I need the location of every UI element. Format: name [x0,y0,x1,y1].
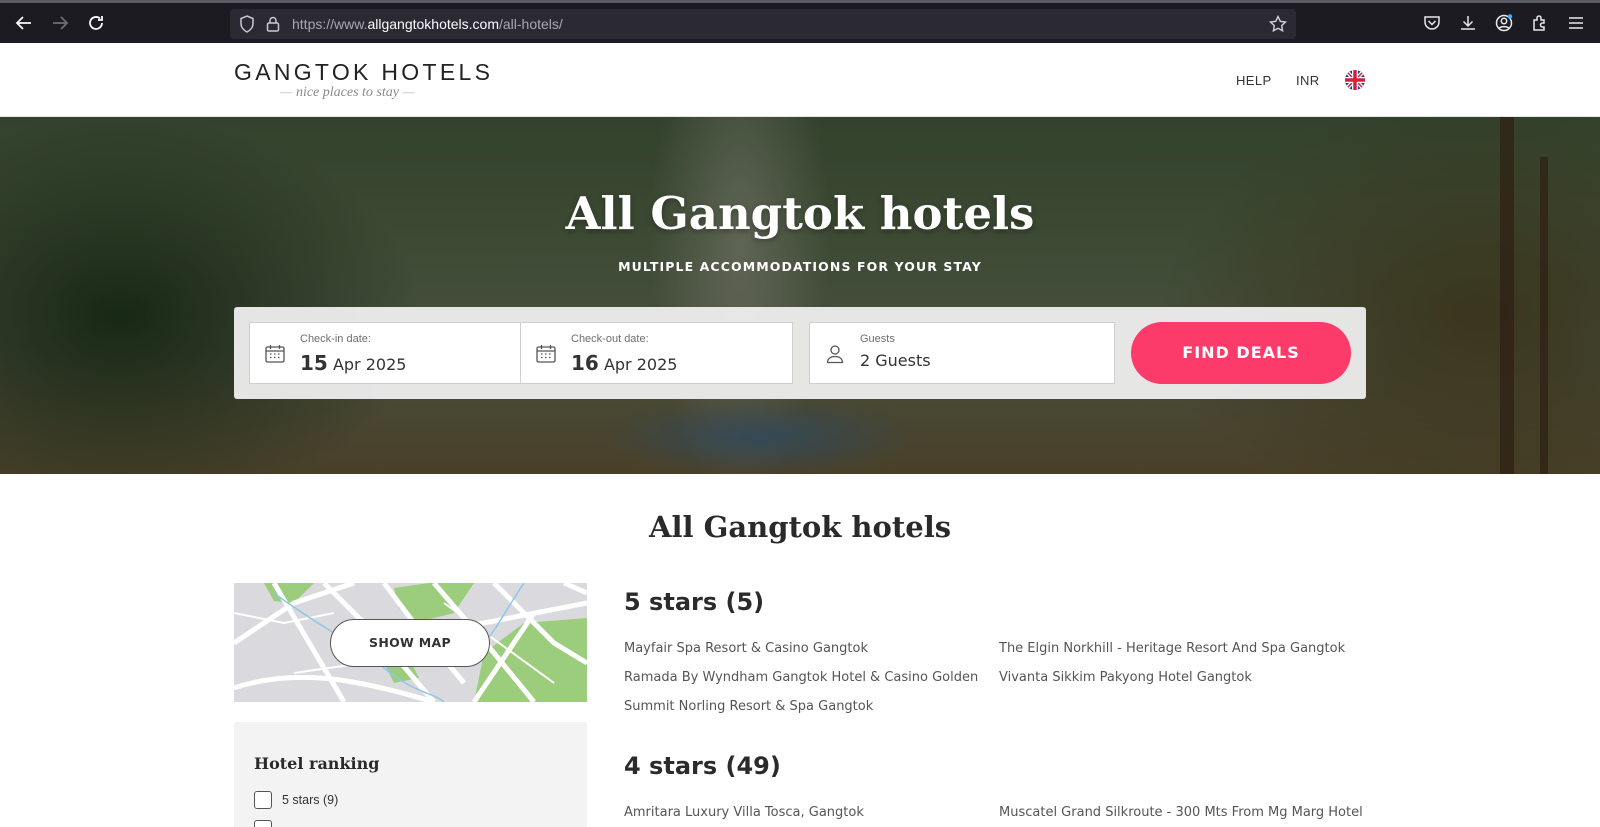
calendar-icon [535,343,557,365]
checkout-value: 16 Apr 2025 [571,351,677,375]
four-star-checkbox[interactable] [254,820,272,827]
five-star-checkbox[interactable] [254,791,272,809]
url-prefix: https://www. [292,16,368,32]
hero-title: All Gangtok hotels [565,187,1035,240]
bookmark-star-icon[interactable] [1268,14,1288,34]
checkout-day: 16 [571,351,599,375]
logo-dash-left: — [280,85,293,100]
pocket-icon[interactable] [1422,13,1442,33]
category-title-4-stars: 4 stars (49) [624,752,781,780]
checkout-date-field[interactable]: Check-out date: 16 Apr 2025 [520,322,793,384]
url-bar[interactable]: https://www.allgangtokhotels.com/all-hot… [230,9,1296,39]
forward-arrow-icon[interactable] [48,11,72,35]
download-icon[interactable] [1458,13,1478,33]
hotel-ranking-filter: Hotel ranking 5 stars (9) [234,722,587,827]
checkin-label: Check-in date: [300,333,371,345]
calendar-icon [264,343,286,365]
map-preview[interactable]: SHOW MAP [234,583,587,702]
url-path: /all-hotels/ [499,16,563,32]
shield-icon[interactable] [238,14,256,34]
hotel-link[interactable]: Summit Norling Resort & Spa Gangtok [624,699,873,714]
help-link[interactable]: HELP [1236,73,1272,88]
extensions-icon[interactable] [1530,13,1550,33]
checkout-label: Check-out date: [571,333,649,345]
browser-toolbar: https://www.allgangtokhotels.com/all-hot… [0,3,1600,43]
guests-value: 2 Guests [860,351,931,370]
filter-title: Hotel ranking [254,754,380,773]
reload-icon[interactable] [84,11,108,35]
five-star-filter-label[interactable]: 5 stars (9) [282,793,338,807]
url-domain: allgangtokhotels.com [367,16,499,32]
find-deals-button[interactable]: FIND DEALS [1131,322,1351,384]
logo-title[interactable]: GANGTOK HOTELS [234,59,493,86]
url-text[interactable]: https://www.allgangtokhotels.com/all-hot… [292,16,563,32]
checkout-month-year: Apr 2025 [603,355,678,374]
hotel-link[interactable]: Vivanta Sikkim Pakyong Hotel Gangtok [999,670,1252,685]
guests-label: Guests [860,333,895,345]
uk-flag-icon[interactable] [1345,70,1365,90]
hotel-link[interactable]: The Elgin Norkhill - Heritage Resort And… [999,641,1345,656]
checkin-date-field[interactable]: Check-in date: 15 Apr 2025 [249,322,521,384]
hotel-link[interactable]: Amritara Luxury Villa Tosca, Gangtok [624,805,864,820]
user-icon [824,343,846,365]
hero-subtitle: MULTIPLE ACCOMMODATIONS FOR YOUR STAY [618,259,982,274]
category-title-5-stars: 5 stars (5) [624,588,765,616]
logo-tagline-text: nice places to stay [295,85,399,100]
checkin-value: 15 Apr 2025 [300,351,406,375]
hero-overlay [0,117,1600,474]
hero-banner: All Gangtok hotels MULTIPLE ACCOMMODATIO… [0,117,1600,474]
back-arrow-icon[interactable] [12,11,36,35]
search-form: Check-in date: 15 Apr 2025 Check-out dat… [234,307,1366,399]
hotel-link[interactable]: Ramada By Wyndham Gangtok Hotel & Casino… [624,670,978,685]
currency-selector[interactable]: INR [1296,73,1320,88]
logo-tagline: — nice places to stay — [280,85,415,101]
menu-icon[interactable] [1566,13,1586,33]
hotel-link[interactable]: Muscatel Grand Silkroute - 300 Mts From … [999,805,1363,820]
checkin-month-year: Apr 2025 [332,355,407,374]
account-icon[interactable] [1494,13,1514,33]
logo-dash-right: — [402,85,415,100]
checkin-day: 15 [300,351,328,375]
guests-field[interactable]: Guests 2 Guests [809,322,1115,384]
lock-icon[interactable] [264,14,282,34]
hotel-link[interactable]: Mayfair Spa Resort & Casino Gangtok [624,641,868,656]
page-title: All Gangtok hotels [648,510,952,544]
site-header: GANGTOK HOTELS — nice places to stay — H… [0,43,1600,117]
show-map-button[interactable]: SHOW MAP [330,619,490,667]
